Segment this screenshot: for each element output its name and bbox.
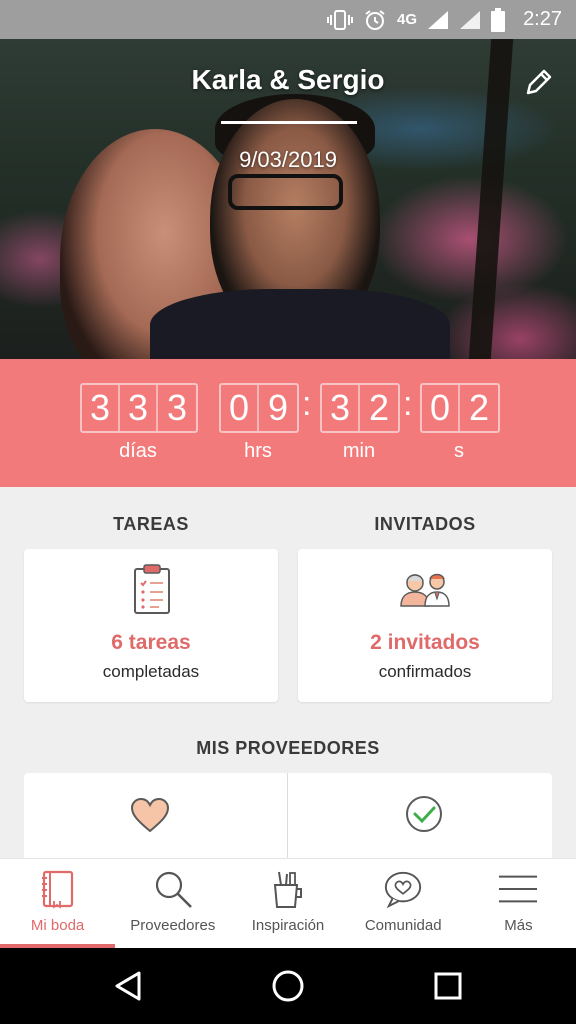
nav-item-mi-boda[interactable]: Mi boda <box>0 859 116 948</box>
alarm-icon <box>363 8 387 32</box>
guests-subtitle: confirmados <box>378 662 472 681</box>
minutes-digit: 2 <box>368 387 390 428</box>
nav-item-inspiracion[interactable]: Inspiración <box>230 859 345 948</box>
recents-button[interactable] <box>428 968 468 1004</box>
search-icon <box>153 869 193 909</box>
vibrate-icon <box>327 9 354 31</box>
nav-label: Comunidad <box>364 917 442 934</box>
days-digit: 3 <box>82 385 120 431</box>
status-bar: 4G 2:27 <box>0 0 576 39</box>
chat-heart-icon <box>383 869 423 909</box>
days-label: días <box>119 440 157 462</box>
nav-item-mas[interactable]: Más <box>461 859 576 948</box>
recents-square-icon <box>434 972 462 1000</box>
menu-icon <box>498 869 538 909</box>
cup-icon <box>268 869 308 909</box>
tasks-card[interactable]: 6 tareas completadas <box>24 549 278 702</box>
signal-icon-2 <box>459 10 481 30</box>
seconds-digit: 2 <box>468 387 490 428</box>
minutes-digit: 3 <box>322 385 360 431</box>
checkmark-circle-icon <box>406 796 442 832</box>
hours-counter: 0 9 <box>219 383 299 433</box>
home-button[interactable] <box>268 968 308 1004</box>
seconds-counter: 0 2 <box>420 383 500 433</box>
tasks-title: TAREAS <box>113 514 189 534</box>
system-navigation-bar <box>0 948 576 1024</box>
photo-shirt <box>150 289 450 359</box>
nav-item-comunidad[interactable]: Comunidad <box>346 859 461 948</box>
guests-icon <box>399 571 453 612</box>
home-circle-icon <box>272 970 304 1002</box>
pencil-icon <box>526 69 552 95</box>
couple-photo: Karla & Sergio 9/03/2019 <box>0 39 576 359</box>
colon-separator: : <box>302 385 312 423</box>
clock: 2:27 <box>523 8 562 30</box>
checklist-icon <box>133 563 171 620</box>
hours-digit: 0 <box>221 385 259 431</box>
hours-label: hrs <box>244 440 272 462</box>
photo-glasses <box>228 174 343 210</box>
notebook-icon <box>38 869 78 909</box>
wedding-date: 9/03/2019 <box>239 147 337 172</box>
back-triangle-icon <box>115 971 141 1001</box>
tasks-count: 6 tareas <box>111 631 191 654</box>
providers-title: MIS PROVEEDORES <box>196 738 380 758</box>
nav-label: Más <box>504 917 533 934</box>
hours-digit: 9 <box>267 387 289 428</box>
days-digit: 3 <box>120 385 158 431</box>
hired-provider-button[interactable] <box>404 794 444 834</box>
screen: 4G 2:27 Karla & Sergio 9/03/2019 3 3 3 0… <box>0 0 576 1024</box>
guests-title: INVITADOS <box>374 514 476 534</box>
days-counter: 3 3 3 <box>80 383 198 433</box>
battery-icon <box>491 7 506 32</box>
days-digit: 3 <box>166 387 188 428</box>
minutes-label: min <box>342 440 376 462</box>
bottom-navigation: Mi boda Proveedores Inspiración Comunida… <box>0 858 576 948</box>
nav-label: Mi boda <box>30 917 85 934</box>
nav-item-proveedores[interactable]: Proveedores <box>115 859 230 948</box>
edit-button[interactable] <box>524 67 554 97</box>
colon-separator: : <box>403 385 413 423</box>
seconds-label: s <box>454 440 464 462</box>
favorites-provider-button[interactable] <box>130 797 170 835</box>
guests-count: 2 invitados <box>370 631 480 654</box>
nav-label: Proveedores <box>130 917 216 934</box>
seconds-digit: 0 <box>422 385 460 431</box>
couple-names: Karla & Sergio <box>191 64 385 95</box>
nav-label: Inspiración <box>251 917 325 934</box>
back-button[interactable] <box>108 968 148 1004</box>
title-underline <box>221 121 357 124</box>
network-type: 4G <box>397 11 418 28</box>
guests-card[interactable]: 2 invitados confirmados <box>298 549 552 702</box>
tasks-subtitle: completadas <box>102 662 200 681</box>
heart-icon <box>130 797 170 833</box>
wedding-countdown: 3 3 3 0 9 : 3 2 : 0 2 días hrs min s <box>0 359 576 487</box>
minutes-counter: 3 2 <box>320 383 400 433</box>
signal-icon <box>427 10 449 30</box>
